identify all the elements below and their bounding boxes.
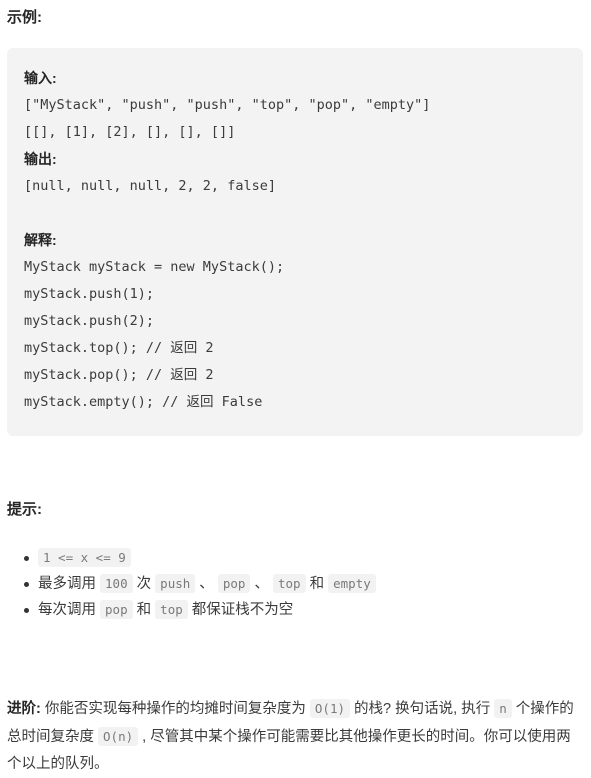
text-run: 、: [250, 576, 273, 592]
text-run: 和: [305, 576, 329, 592]
example-code-block: 输入: ["MyStack", "push", "push", "top", "p…: [7, 48, 583, 436]
problem-description-page: 示例: 输入: ["MyStack", "push", "push", "top"…: [0, 0, 591, 772]
code-line: myStack.top(); // 返回 2: [24, 340, 214, 356]
code-line: [null, null, null, 2, 2, false]: [24, 178, 276, 194]
inline-code: 1 <= x <= 9: [38, 548, 131, 567]
inline-code: O(n): [98, 726, 139, 746]
code-label-line: 输入:: [24, 70, 57, 86]
hint-item: 最多调用 100 次 push 、 pop 、 top 和 empty: [24, 571, 591, 597]
text-run: 每次调用: [38, 602, 101, 618]
text-run: 的栈? 换句话说, 执行: [350, 700, 495, 717]
inline-code: 100: [100, 574, 133, 593]
code-line: myStack.empty(); // 返回 False: [24, 394, 263, 410]
inline-code: O(1): [309, 698, 351, 718]
text-run: 和: [132, 602, 156, 618]
code-line: ["MyStack", "push", "push", "top", "pop"…: [24, 97, 431, 113]
example-code-lines: 输入: ["MyStack", "push", "push", "top", "p…: [24, 65, 566, 416]
text-run: 最多调用: [38, 576, 101, 592]
hint-item: 每次调用 pop 和 top 都保证栈不为空: [24, 597, 591, 623]
text-run: 、: [195, 576, 218, 592]
inline-code: push: [155, 574, 196, 593]
advanced-body: 你能否实现每种操作的均摊时间复杂度为 O(1) 的栈? 换句话说, 执行 n 个…: [7, 698, 574, 772]
hints-list: 1 <= x <= 9 最多调用 100 次 push 、 pop 、 top 和…: [7, 545, 591, 623]
hint-item: 1 <= x <= 9: [24, 545, 591, 571]
code-line: myStack.push(2);: [24, 313, 155, 329]
example-heading: 示例:: [7, 9, 42, 26]
code-line: [[], [1], [2], [], [], []]: [24, 124, 236, 140]
inline-code: pop: [217, 574, 251, 593]
code-label-line: 解释:: [24, 232, 57, 248]
code-line: MyStack myStack = new MyStack();: [24, 259, 285, 275]
text-run: 次: [132, 576, 156, 592]
advanced-label: 进阶:: [7, 700, 41, 717]
text-run: 都保证栈不为空: [187, 602, 294, 618]
inline-code: empty: [328, 574, 376, 593]
inline-code: n: [494, 698, 512, 718]
code-line: myStack.push(1);: [24, 286, 155, 302]
text-run: 你能否实现每种操作的均摊时间复杂度为: [40, 700, 310, 717]
inline-code: pop: [100, 600, 133, 619]
hints-heading: 提示:: [7, 501, 42, 518]
advanced-paragraph: 进阶: 你能否实现每种操作的均摊时间复杂度为 O(1) 的栈? 换句话说, 执行…: [7, 695, 585, 778]
inline-code: top: [272, 574, 306, 593]
code-line: myStack.pop(); // 返回 2: [24, 367, 214, 383]
code-label-line: 输出:: [24, 151, 57, 167]
inline-code: top: [155, 600, 188, 619]
